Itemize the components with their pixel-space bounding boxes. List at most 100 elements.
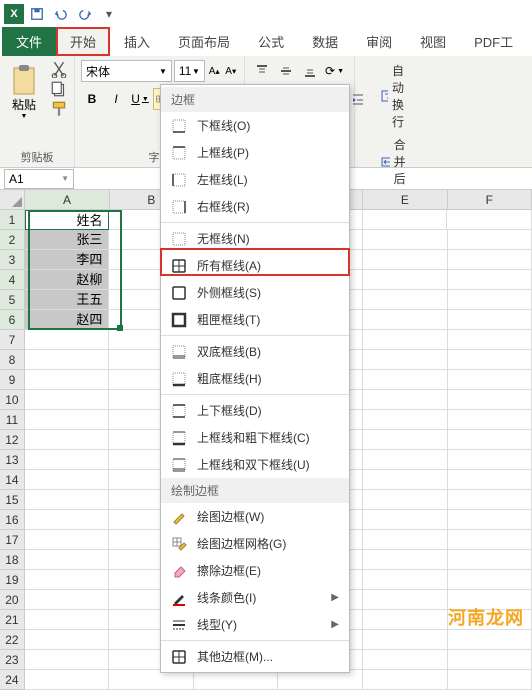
cell[interactable]: 赵柳 <box>25 270 110 290</box>
row-header[interactable]: 19 <box>0 570 25 590</box>
cell[interactable] <box>448 290 532 310</box>
row-header[interactable]: 15 <box>0 490 25 510</box>
font-name-select[interactable]: 宋体▼ <box>81 60 172 82</box>
italic-button[interactable]: I <box>105 88 127 110</box>
cell[interactable] <box>194 670 279 690</box>
border-menu-left[interactable]: 左框线(L) <box>161 166 349 193</box>
cell[interactable] <box>363 590 448 610</box>
cell[interactable] <box>363 270 448 290</box>
redo-button[interactable] <box>74 3 96 25</box>
border-menu-topbot[interactable]: 上下框线(D) <box>161 397 349 424</box>
cell[interactable] <box>448 630 532 650</box>
cell[interactable] <box>448 550 532 570</box>
cell[interactable] <box>448 450 532 470</box>
border-menu-pen[interactable]: 线条颜色(I)▶ <box>161 584 349 611</box>
cell[interactable] <box>448 350 532 370</box>
border-menu-right[interactable]: 右框线(R) <box>161 193 349 220</box>
format-painter-icon[interactable] <box>50 100 68 118</box>
cell[interactable] <box>363 550 448 570</box>
row-header[interactable]: 14 <box>0 470 25 490</box>
row-header[interactable]: 3 <box>0 250 25 270</box>
border-menu-thick[interactable]: 粗匣框线(T) <box>161 306 349 333</box>
cell[interactable] <box>25 490 110 510</box>
paste-button[interactable]: 粘贴 ▼ <box>6 60 42 124</box>
border-menu-dbottom[interactable]: 双底框线(B) <box>161 338 349 365</box>
cell[interactable] <box>448 330 532 350</box>
border-menu-more[interactable]: 其他边框(M)... <box>161 643 349 670</box>
cell[interactable]: 赵四 <box>25 310 110 330</box>
row-header[interactable]: 2 <box>0 230 25 250</box>
row-header[interactable]: 8 <box>0 350 25 370</box>
cell[interactable] <box>25 510 110 530</box>
cell[interactable]: 李四 <box>25 250 110 270</box>
col-header-e[interactable]: E <box>363 190 447 209</box>
border-menu-outside[interactable]: 外侧框线(S) <box>161 279 349 306</box>
cell[interactable] <box>25 530 110 550</box>
tab-formula[interactable]: 公式 <box>244 27 298 56</box>
cell[interactable]: 王五 <box>25 290 110 310</box>
select-all-corner[interactable] <box>0 190 25 209</box>
wrap-text-button[interactable]: 自动换行 <box>379 60 415 132</box>
row-header[interactable]: 11 <box>0 410 25 430</box>
border-menu-none[interactable]: 无框线(N) <box>161 225 349 252</box>
cell[interactable] <box>363 210 448 230</box>
cell[interactable] <box>363 250 448 270</box>
save-button[interactable] <box>26 3 48 25</box>
row-header[interactable]: 17 <box>0 530 25 550</box>
row-header[interactable]: 9 <box>0 370 25 390</box>
cell[interactable] <box>25 410 110 430</box>
cell[interactable] <box>25 610 110 630</box>
cell[interactable] <box>25 470 110 490</box>
cell[interactable] <box>25 570 110 590</box>
cell[interactable] <box>363 370 448 390</box>
tab-review[interactable]: 审阅 <box>352 27 406 56</box>
bold-button[interactable]: B <box>81 88 103 110</box>
cell[interactable] <box>363 490 448 510</box>
qat-customize-icon[interactable]: ▾ <box>98 3 120 25</box>
cell[interactable]: 张三 <box>25 230 110 250</box>
row-header[interactable]: 18 <box>0 550 25 570</box>
row-header[interactable]: 13 <box>0 450 25 470</box>
border-menu-tptb[interactable]: 上框线和粗下框线(C) <box>161 424 349 451</box>
row-header[interactable]: 1 <box>0 210 25 230</box>
row-header[interactable]: 12 <box>0 430 25 450</box>
cell[interactable] <box>25 350 110 370</box>
cell[interactable] <box>448 570 532 590</box>
orientation-icon[interactable]: ⟳▼ <box>323 60 346 82</box>
row-header[interactable]: 7 <box>0 330 25 350</box>
row-header[interactable]: 23 <box>0 650 25 670</box>
cell[interactable] <box>363 630 448 650</box>
tab-data[interactable]: 数据 <box>298 27 352 56</box>
cell[interactable] <box>25 370 110 390</box>
decrease-font-icon[interactable]: A▾ <box>223 62 238 80</box>
border-menu-bottom[interactable]: 下框线(O) <box>161 112 349 139</box>
tab-layout[interactable]: 页面布局 <box>164 27 244 56</box>
cell[interactable] <box>363 310 448 330</box>
cell[interactable] <box>363 530 448 550</box>
cell[interactable] <box>363 470 448 490</box>
row-header[interactable]: 24 <box>0 670 25 690</box>
cell[interactable] <box>25 550 110 570</box>
row-header[interactable]: 16 <box>0 510 25 530</box>
cell[interactable] <box>25 650 110 670</box>
col-header-f[interactable]: F <box>448 190 532 209</box>
cell[interactable] <box>448 530 532 550</box>
tab-view[interactable]: 视图 <box>406 27 460 56</box>
cell[interactable] <box>448 470 532 490</box>
cell[interactable] <box>363 510 448 530</box>
cell[interactable] <box>448 270 532 290</box>
tab-pdf[interactable]: PDF工 <box>460 27 527 56</box>
tab-home[interactable]: 开始 <box>56 27 110 56</box>
cell[interactable] <box>25 670 110 690</box>
tab-file[interactable]: 文件 <box>2 27 56 56</box>
cell[interactable] <box>363 670 448 690</box>
cell[interactable] <box>278 670 363 690</box>
border-menu-top[interactable]: 上框线(P) <box>161 139 349 166</box>
cell[interactable] <box>25 590 110 610</box>
cell[interactable] <box>363 350 448 370</box>
cell[interactable] <box>25 430 110 450</box>
cell[interactable] <box>109 670 194 690</box>
align-middle-icon[interactable] <box>275 60 297 82</box>
cell[interactable] <box>363 390 448 410</box>
row-header[interactable]: 22 <box>0 630 25 650</box>
